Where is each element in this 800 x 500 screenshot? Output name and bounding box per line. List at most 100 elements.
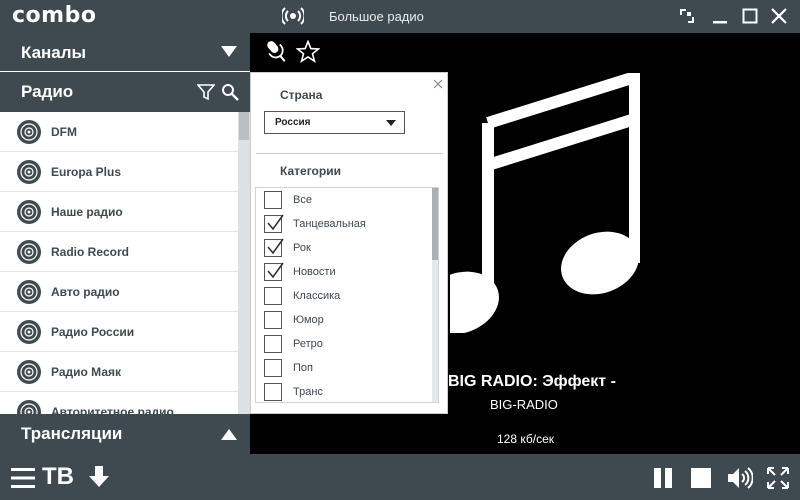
category-checkbox[interactable] [264, 262, 284, 281]
radio-item[interactable]: DFM [0, 112, 238, 152]
radio-broadcast-icon [282, 7, 304, 25]
category-item[interactable]: Ретро [264, 332, 424, 356]
radio-item-label: Радио Маяк [51, 365, 122, 379]
microphone-icon[interactable] [264, 38, 290, 66]
minimize-icon[interactable] [709, 5, 731, 27]
broadcasts-section-header[interactable]: Трансляции [0, 414, 250, 454]
radio-item[interactable]: Наше радио [0, 192, 238, 232]
radio-item[interactable]: Europa Plus [0, 152, 238, 192]
scrollbar-thumb[interactable] [239, 112, 249, 140]
filter-popup: Страна Россия Категории Все Танцевальная… [250, 72, 448, 414]
category-label: Поп [293, 362, 313, 374]
category-label: Классика [293, 290, 341, 302]
checkmark-icon [267, 238, 284, 255]
radio-disc-icon [17, 160, 41, 184]
stop-icon[interactable] [689, 466, 713, 490]
hamburger-menu-icon[interactable] [11, 467, 35, 489]
chevron-down-icon [386, 120, 396, 126]
category-label: Юмор [293, 314, 324, 326]
radio-item[interactable]: Авто радио [0, 272, 238, 312]
category-label: Рок [293, 242, 311, 254]
category-item[interactable]: Танцевальная [264, 212, 424, 236]
chevron-up-icon [221, 429, 237, 440]
channels-section-header[interactable]: Каналы [0, 33, 250, 71]
category-item[interactable]: Классика [264, 284, 424, 308]
radio-item[interactable]: Авторитетное радио [0, 392, 238, 414]
music-note-icon [450, 73, 640, 333]
compact-mode-icon[interactable] [676, 5, 698, 27]
category-checkbox[interactable] [264, 335, 282, 353]
radio-label: Радио [21, 82, 74, 101]
checkmark-icon [267, 262, 284, 279]
pause-icon[interactable] [651, 466, 675, 490]
category-checkbox[interactable] [264, 214, 284, 233]
title-bar: combo Большое радио [0, 0, 800, 33]
radio-list-scrollbar[interactable] [238, 112, 250, 414]
radio-disc-icon [17, 200, 41, 224]
tv-button[interactable]: ТВ [42, 463, 74, 491]
category-checkbox[interactable] [264, 359, 282, 377]
country-select-value: Россия [275, 117, 311, 128]
category-item[interactable]: Поп [264, 356, 424, 380]
category-checkbox[interactable] [264, 383, 282, 401]
radio-disc-icon [17, 280, 41, 304]
divider [256, 153, 443, 154]
radio-disc-icon [17, 400, 41, 414]
app-logo: combo [12, 3, 97, 28]
radio-section-header[interactable]: Радио [0, 72, 250, 112]
category-label: Новости [293, 266, 336, 278]
category-item[interactable]: Новости [264, 260, 424, 284]
track-title: BIG RADIO: Эффект - [448, 373, 616, 390]
category-label: Транс [293, 386, 323, 398]
radio-item-label: DFM [51, 125, 77, 139]
radio-disc-icon [17, 360, 41, 384]
maximize-icon[interactable] [739, 5, 761, 27]
category-checkbox[interactable] [264, 238, 284, 257]
radio-item[interactable]: Радио Маяк [0, 352, 238, 392]
bottom-toolbar: ТВ [0, 454, 800, 500]
radio-item-label: Europa Plus [51, 165, 122, 179]
radio-disc-icon [17, 120, 41, 144]
radio-disc-icon [17, 320, 41, 344]
radio-station-list: DFM Europa Plus Наше радио Radio Record … [0, 112, 250, 414]
search-icon[interactable] [221, 83, 239, 101]
category-checkbox[interactable] [264, 287, 282, 305]
category-item[interactable]: Юмор [264, 308, 424, 332]
category-checkbox[interactable] [264, 191, 282, 209]
radio-disc-icon [17, 240, 41, 264]
categories-scrollbar[interactable] [432, 188, 438, 402]
category-label: Все [293, 194, 312, 206]
country-select[interactable]: Россия [264, 111, 405, 134]
sidebar: Каналы Радио DFM Europa Plus Наше радио [0, 33, 250, 454]
categories-list: Все Танцевальная Рок Новости Классика Юм… [255, 187, 439, 403]
radio-item-label: Авторитетное радио [51, 405, 174, 414]
radio-item-label: Радио России [51, 325, 135, 339]
download-arrow-icon[interactable] [89, 466, 109, 488]
radio-item-label: Авто радио [51, 285, 120, 299]
chevron-down-icon [221, 46, 237, 57]
radio-item[interactable]: Radio Record [0, 232, 238, 272]
filter-icon[interactable] [197, 83, 215, 101]
category-item[interactable]: Все [264, 188, 424, 212]
broadcasts-label: Трансляции [21, 424, 123, 443]
window-station-title: Большое радио [329, 9, 424, 24]
category-label: Танцевальная [293, 218, 366, 230]
radio-item-label: Наше радио [51, 205, 123, 219]
radio-item[interactable]: Радио России [0, 312, 238, 352]
category-item[interactable]: Рок [264, 236, 424, 260]
favorite-star-icon[interactable] [296, 40, 320, 64]
country-label: Страна [280, 88, 323, 102]
bitrate-label: 128 кб/сек [497, 432, 554, 446]
category-label: Ретро [293, 338, 323, 350]
fullscreen-icon[interactable] [766, 466, 790, 490]
close-icon[interactable] [432, 78, 444, 90]
close-icon[interactable] [768, 5, 790, 27]
channels-label: Каналы [21, 43, 87, 62]
volume-icon[interactable] [727, 466, 753, 490]
categories-label: Категории [280, 164, 341, 178]
radio-item-label: Radio Record [51, 245, 130, 259]
category-checkbox[interactable] [264, 311, 282, 329]
category-item[interactable]: Транс [264, 380, 424, 402]
track-artist: BIG-RADIO [490, 397, 558, 412]
scrollbar-thumb[interactable] [432, 188, 438, 260]
